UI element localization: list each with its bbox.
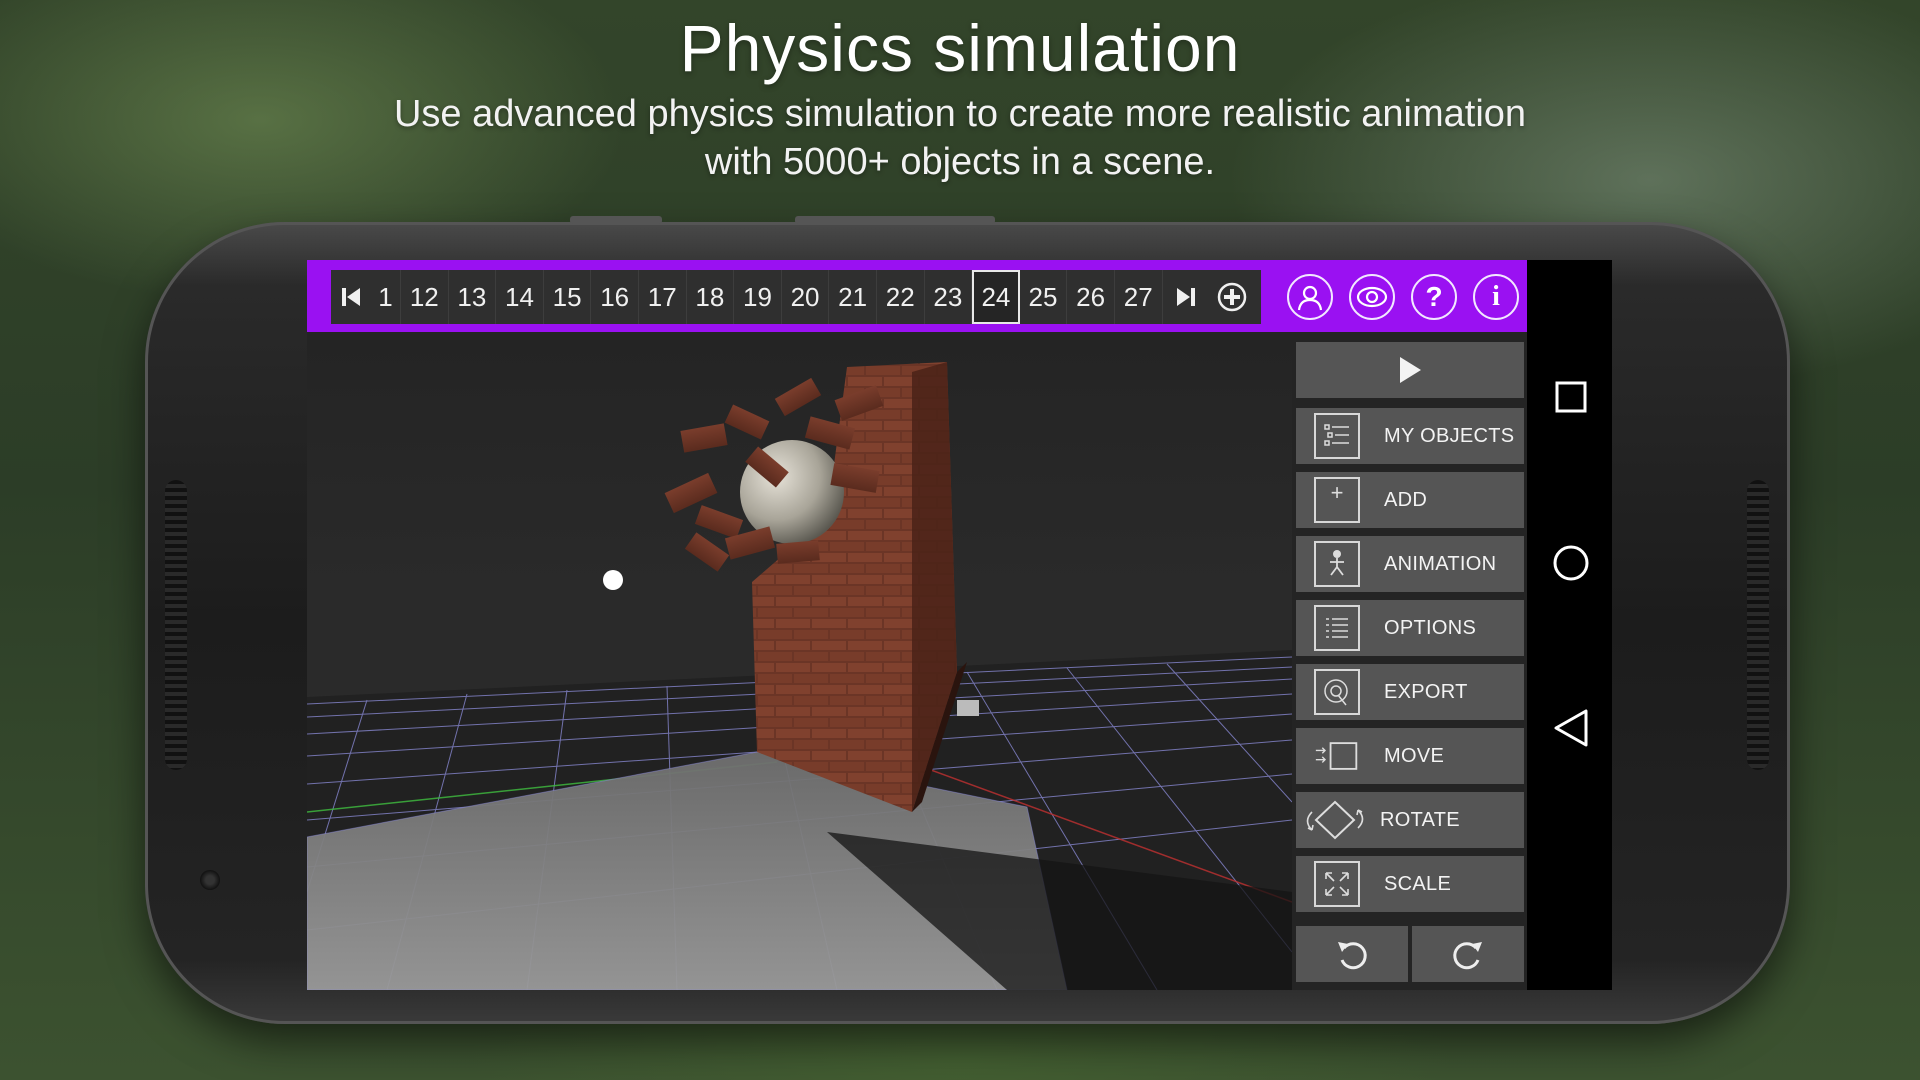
promo-title: Physics simulation bbox=[679, 11, 1241, 85]
export-icon bbox=[1314, 669, 1360, 715]
timeline-frame[interactable]: 27 bbox=[1115, 270, 1163, 324]
timeline-frame[interactable]: 1 bbox=[371, 270, 401, 324]
menu-options[interactable]: OPTIONS bbox=[1296, 600, 1524, 656]
timeline-frame[interactable]: 19 bbox=[734, 270, 782, 324]
menu-label: ADD bbox=[1384, 488, 1428, 511]
scene-render bbox=[307, 362, 1292, 990]
menu-label: SCALE bbox=[1384, 872, 1452, 895]
timeline-frame[interactable]: 12 bbox=[401, 270, 449, 324]
menu-scale[interactable]: SCALE bbox=[1296, 856, 1524, 912]
back-button[interactable] bbox=[1552, 708, 1590, 753]
timeline-frame[interactable]: 14 bbox=[496, 270, 544, 324]
menu-rotate[interactable]: ROTATE bbox=[1296, 792, 1524, 848]
redo-icon bbox=[1453, 942, 1482, 970]
promo-subtitle: Use advanced physics simulation to creat… bbox=[340, 90, 1580, 186]
menu-label: ROTATE bbox=[1380, 808, 1460, 831]
scale-icon bbox=[1314, 861, 1360, 907]
menu-animation[interactable]: ANIMATION bbox=[1296, 536, 1524, 592]
menu-label: OPTIONS bbox=[1384, 616, 1477, 639]
animation-icon bbox=[1314, 541, 1360, 587]
menu-move[interactable]: MOVE bbox=[1296, 728, 1524, 784]
top-toolbar: 1 12 13 14 15 16 17 18 19 20 21 22 23 24 25 26 27 bbox=[307, 260, 1527, 332]
user-button[interactable] bbox=[1287, 274, 1333, 320]
phone-speaker-right bbox=[1747, 480, 1769, 770]
info-icon: i bbox=[1492, 281, 1500, 312]
add-circle-icon bbox=[1217, 282, 1246, 312]
visibility-button[interactable] bbox=[1349, 274, 1395, 320]
menu-label: ANIMATION bbox=[1384, 552, 1497, 575]
help-button[interactable]: ? bbox=[1411, 274, 1457, 320]
menu-my-objects[interactable]: MY OBJECTS bbox=[1296, 408, 1524, 464]
recents-icon bbox=[1555, 381, 1587, 413]
timeline-frame[interactable]: 20 bbox=[782, 270, 830, 324]
promo-subtitle-line-2: with 5000+ objects in a scene. bbox=[704, 141, 1216, 183]
back-icon bbox=[1554, 709, 1588, 747]
home-button[interactable] bbox=[1552, 544, 1590, 587]
menu-add[interactable]: + ADD bbox=[1296, 472, 1524, 528]
menu-label: MOVE bbox=[1384, 744, 1445, 767]
recents-button[interactable] bbox=[1554, 380, 1588, 419]
menu-export[interactable]: EXPORT bbox=[1296, 664, 1524, 720]
undo-icon bbox=[1338, 942, 1367, 970]
timeline-frame[interactable]: 16 bbox=[591, 270, 639, 324]
eye-icon bbox=[1356, 286, 1388, 308]
skip-to-start-button[interactable] bbox=[331, 270, 371, 324]
help-icon: ? bbox=[1425, 281, 1443, 312]
user-icon bbox=[1297, 285, 1323, 311]
timeline-frame[interactable]: 22 bbox=[877, 270, 925, 324]
objects-list-icon bbox=[1314, 413, 1360, 459]
add-icon: + bbox=[1314, 477, 1360, 523]
menu-label: EXPORT bbox=[1384, 680, 1468, 703]
skip-to-end-button[interactable] bbox=[1163, 270, 1209, 324]
timeline-frame[interactable]: 18 bbox=[687, 270, 735, 324]
timeline-frame[interactable]: 17 bbox=[639, 270, 687, 324]
camera-object bbox=[957, 700, 979, 716]
app-window: 1 12 13 14 15 16 17 18 19 20 21 22 23 24 25 26 27 bbox=[307, 260, 1527, 990]
brick-wall bbox=[752, 362, 967, 812]
timeline-frame[interactable]: 25 bbox=[1020, 270, 1068, 324]
timeline-frame[interactable]: 26 bbox=[1067, 270, 1115, 324]
skip-end-icon bbox=[1176, 288, 1195, 306]
promo-subtitle-line-1: Use advanced physics simulation to creat… bbox=[393, 93, 1527, 135]
rotate-icon bbox=[1302, 797, 1368, 843]
side-menu: MY OBJECTS + ADD ANIMATION OPTIONS EXPOR… bbox=[1292, 332, 1527, 990]
timeline-frame-active[interactable]: 24 bbox=[972, 270, 1020, 324]
redo-button[interactable] bbox=[1412, 926, 1524, 982]
timeline-strip: 1 12 13 14 15 16 17 18 19 20 21 22 23 24 25 26 27 bbox=[331, 270, 1261, 324]
timeline-frame[interactable]: 13 bbox=[449, 270, 497, 324]
phone-volume-button bbox=[570, 216, 662, 224]
options-icon bbox=[1314, 605, 1360, 651]
menu-label: MY OBJECTS bbox=[1384, 424, 1515, 447]
frame-list: 1 12 13 14 15 16 17 18 19 20 21 22 23 24 25 26 27 bbox=[371, 270, 1163, 324]
skip-start-icon bbox=[342, 288, 360, 306]
phone-frame: 1 12 13 14 15 16 17 18 19 20 21 22 23 24 25 26 27 bbox=[145, 216, 1790, 1024]
timeline-frame[interactable]: 23 bbox=[925, 270, 973, 324]
phone-power-button bbox=[795, 216, 995, 224]
phone-speaker-left bbox=[165, 480, 187, 770]
add-frame-button[interactable] bbox=[1209, 270, 1255, 324]
move-icon bbox=[1314, 733, 1360, 779]
phone-screen: 1 12 13 14 15 16 17 18 19 20 21 22 23 24 25 26 27 bbox=[307, 260, 1612, 990]
timeline-frame[interactable]: 15 bbox=[544, 270, 592, 324]
info-button[interactable]: i bbox=[1473, 274, 1519, 320]
scene-viewport[interactable] bbox=[307, 332, 1292, 990]
phone-camera bbox=[200, 870, 220, 890]
home-icon bbox=[1553, 545, 1589, 581]
play-icon bbox=[1400, 357, 1421, 383]
undo-button[interactable] bbox=[1296, 926, 1408, 982]
timeline-frame[interactable]: 21 bbox=[829, 270, 877, 324]
android-nav-bar bbox=[1527, 260, 1612, 990]
play-button[interactable] bbox=[1296, 342, 1524, 398]
light-object bbox=[603, 570, 623, 590]
